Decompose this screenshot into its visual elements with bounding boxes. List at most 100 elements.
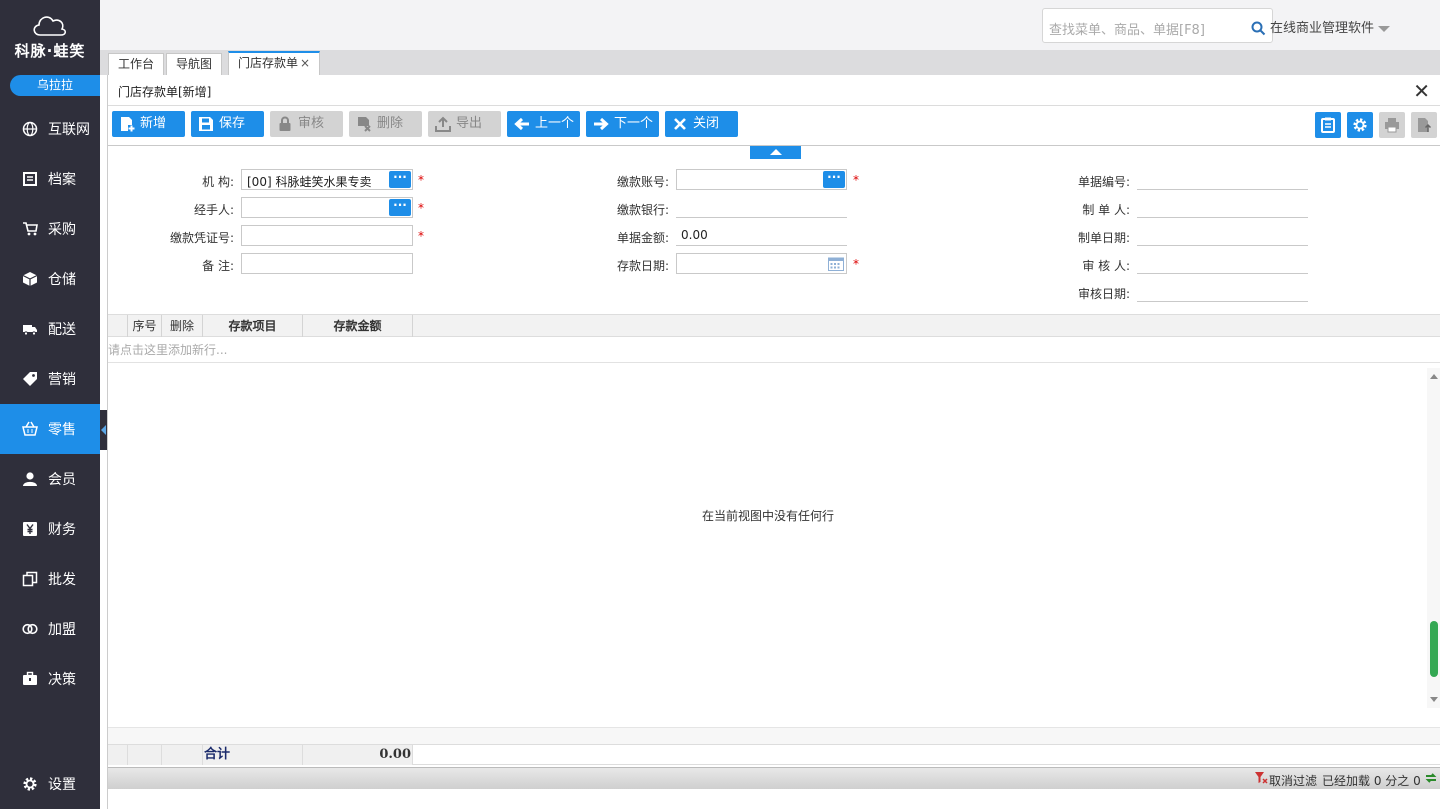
clipboard-button[interactable] [1315,112,1341,138]
delete-button[interactable]: 删除 [349,111,422,137]
docno-label: 单据编号: [1077,175,1130,189]
required-mark: * [853,257,859,271]
nav-item-retail[interactable]: 零售 [0,404,100,454]
grid-header-cell[interactable]: 存款项目 [203,315,303,337]
chevron-down-icon [1378,25,1391,32]
close-label: 关闭 [693,116,720,131]
nav-label: 营销 [48,372,76,388]
voucher-input[interactable] [241,225,413,246]
document-panel: 门店存款单[新增] ✕ 新增 保存 审核 删除 导出 上一个 下一个 关闭 机 … [107,75,1440,809]
tab-navigation[interactable]: 导航图 [166,53,223,75]
save-button[interactable]: 保存 [191,111,264,137]
delete-label: 删除 [377,116,404,131]
save-label: 保存 [219,116,246,131]
maker-value [1137,197,1308,218]
nav-item-archive[interactable]: 档案 [0,154,100,204]
tab-workbench[interactable]: 工作台 [108,53,165,75]
next-label: 下一个 [614,116,654,131]
audit-button[interactable]: 审核 [270,111,343,137]
status-bar: 取消过滤 已经加载 0 分之 0 [108,767,1440,789]
filter-cancel-icon[interactable] [1254,771,1268,785]
export-label: 导出 [456,116,483,131]
search-input[interactable]: 查找菜单、商品、单据[F8] [1049,19,1205,38]
brand-name: 科脉·蛙笑 [14,42,86,60]
nav-item-delivery[interactable]: 配送 [0,304,100,354]
new-doc-icon [121,117,135,132]
grid-spacer [108,727,1440,744]
handler-label: 经手人: [193,203,234,217]
close-button[interactable]: 关闭 [665,111,738,137]
tab-label: 门店存款单 [238,56,299,70]
cart-icon [22,221,38,237]
org-field[interactable]: [00] 科脉蛙笑水果专卖 ··· [241,169,413,190]
docno-value [1137,169,1308,190]
copy-icon [22,571,38,587]
total-row: 合计 0.00 [108,744,1440,765]
add-row-hint[interactable]: 请点击这里添加新行... [108,337,1440,363]
clipboard-icon [1321,117,1335,133]
yen-icon [22,521,38,537]
export-button[interactable]: 导出 [428,111,501,137]
date-field[interactable] [676,253,847,274]
nav-item-decision[interactable]: 决策 [0,654,100,704]
nav-item-wholesale[interactable]: 批发 [0,554,100,604]
grid-header-cell[interactable]: 序号 [128,315,162,337]
user-icon [22,471,38,487]
scrollbar-thumb[interactable] [1430,621,1438,677]
nav-label: 财务 [48,522,76,538]
close-icon[interactable]: × [300,56,310,70]
account-picker-button[interactable]: ··· [823,171,845,188]
scroll-up-icon[interactable] [1430,374,1438,379]
grid-header-cell[interactable]: 删除 [162,315,203,337]
tab-bar: 工作台 导航图 门店存款单 × [100,50,1440,75]
briefcase-icon [22,671,38,687]
nav-item-member[interactable]: 会员 [0,454,100,504]
store-selector[interactable]: 乌拉拉 [10,75,100,96]
total-label: 合计 [203,745,303,765]
print-button[interactable] [1379,112,1405,138]
grid-header-cell[interactable]: 存款金额 [303,315,413,337]
app-title-menu[interactable]: 在线商业管理软件 [1270,17,1391,36]
link-icon [22,621,38,637]
tab-store-deposit[interactable]: 门店存款单 × [228,51,321,75]
close-icon[interactable]: ✕ [1413,81,1430,101]
global-search[interactable]: 查找菜单、商品、单据[F8] [1042,8,1273,43]
total-cell-blank [128,745,162,765]
bank-value [676,197,847,218]
settings-button[interactable] [1347,112,1373,138]
required-mark: * [853,173,859,187]
nav-item-marketing[interactable]: 营销 [0,354,100,404]
handler-picker-button[interactable]: ··· [389,199,411,216]
nav-item-settings[interactable]: 设置 [0,759,100,809]
auditdate-label: 审核日期: [1077,287,1130,301]
collapse-form-toggle[interactable] [750,146,801,159]
nav-item-purchase[interactable]: 采购 [0,204,100,254]
upload-doc-icon [1418,118,1432,132]
sidebar-collapse-toggle[interactable] [100,410,107,450]
vertical-scrollbar[interactable] [1427,368,1440,708]
panel-title: 门店存款单[新增] [108,75,1440,106]
account-label: 缴款账号: [616,175,669,189]
truck-icon [22,321,38,337]
prev-button[interactable]: 上一个 [507,111,580,137]
nav-item-franchise[interactable]: 加盟 [0,604,100,654]
upload-doc-button[interactable] [1411,112,1437,138]
next-button[interactable]: 下一个 [586,111,659,137]
arrow-left-icon [514,117,529,131]
remark-input[interactable] [241,253,413,274]
search-icon[interactable] [1251,21,1266,36]
cancel-filter-link[interactable]: 取消过滤 [1269,772,1317,789]
new-button[interactable]: 新增 [112,111,185,137]
grid-body: 在当前视图中没有任何行 [108,368,1440,708]
nav-item-finance[interactable]: 财务 [0,504,100,554]
nav-item-internet[interactable]: 互联网 [0,104,100,154]
nav-item-warehouse[interactable]: 仓储 [0,254,100,304]
refresh-icon[interactable] [1424,771,1438,785]
org-picker-button[interactable]: ··· [389,171,411,188]
handler-field[interactable]: ··· [241,197,413,218]
tag-icon [22,371,38,387]
makedate-label: 制单日期: [1077,231,1130,245]
calendar-icon[interactable] [828,256,844,271]
scroll-down-icon[interactable] [1430,697,1438,702]
account-field[interactable]: ··· [676,169,847,190]
